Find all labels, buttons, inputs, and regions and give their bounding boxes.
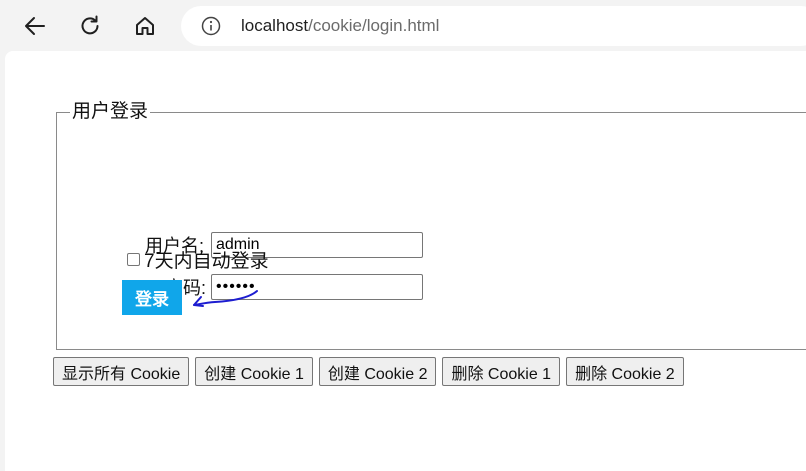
info-icon[interactable] bbox=[201, 16, 221, 36]
annotation-arrow-icon bbox=[193, 290, 258, 307]
reload-icon bbox=[81, 15, 99, 35]
show-all-cookies-button[interactable]: 显示所有 Cookie bbox=[53, 357, 190, 386]
home-button[interactable] bbox=[127, 8, 163, 44]
url-path: /cookie/login.html bbox=[308, 16, 440, 35]
create-cookie-1-button[interactable]: 创建 Cookie 1 bbox=[195, 357, 313, 386]
back-button[interactable] bbox=[17, 8, 53, 44]
back-arrow-icon bbox=[25, 17, 45, 35]
login-legend: 用户登录 bbox=[72, 101, 149, 122]
home-icon bbox=[136, 17, 154, 35]
browser-toolbar: localhost/cookie/login.html bbox=[0, 0, 806, 50]
delete-cookie-2-button[interactable]: 删除 Cookie 2 bbox=[566, 357, 684, 386]
reload-button[interactable] bbox=[72, 8, 108, 44]
create-cookie-2-button[interactable]: 创建 Cookie 2 bbox=[318, 357, 437, 386]
cookie-button-row: 显示所有 Cookie 创建 Cookie 1 创建 Cookie 2 删除 C… bbox=[53, 357, 684, 386]
address-bar[interactable]: localhost/cookie/login.html bbox=[181, 6, 806, 46]
login-button[interactable]: 登录 bbox=[122, 280, 182, 315]
page-viewport: 用户登录 用户名: 密码: •••••• 7天内自动登录 登录 显示所有 Coo… bbox=[5, 51, 806, 471]
url-host: localhost bbox=[241, 16, 309, 35]
url-text[interactable]: localhost/cookie/login.html bbox=[241, 15, 439, 37]
remember-option[interactable]: 7天内自动登录 bbox=[127, 246, 269, 273]
remember-label: 7天内自动登录 bbox=[144, 251, 269, 272]
remember-checkbox[interactable] bbox=[127, 253, 140, 266]
delete-cookie-1-button[interactable]: 删除 Cookie 1 bbox=[442, 357, 561, 386]
